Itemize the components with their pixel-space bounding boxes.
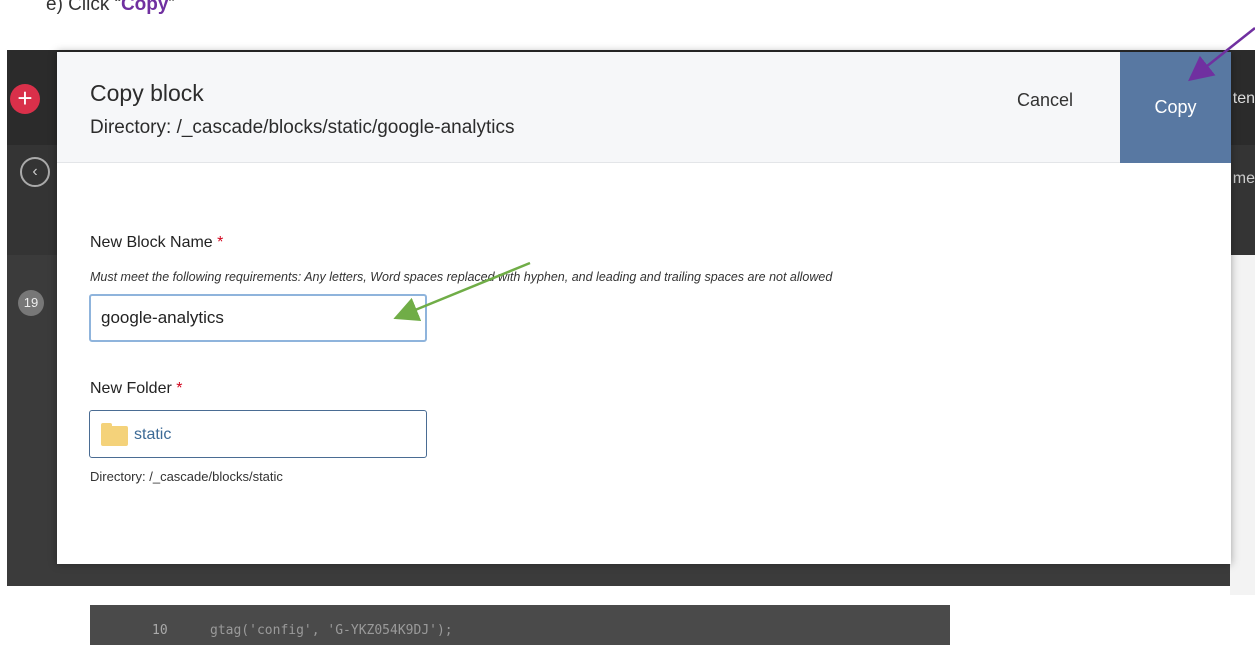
annotation-arrows (393, 27, 1255, 321)
line-number: 10 (152, 623, 168, 638)
code-line: gtag('config', 'G-YKZ054K9DJ'); (210, 623, 453, 638)
code-editor: 10 gtag('config', 'G-YKZ054K9DJ'); (90, 605, 950, 645)
green-arrow-icon (393, 261, 531, 321)
purple-arrow-icon (1188, 27, 1255, 82)
